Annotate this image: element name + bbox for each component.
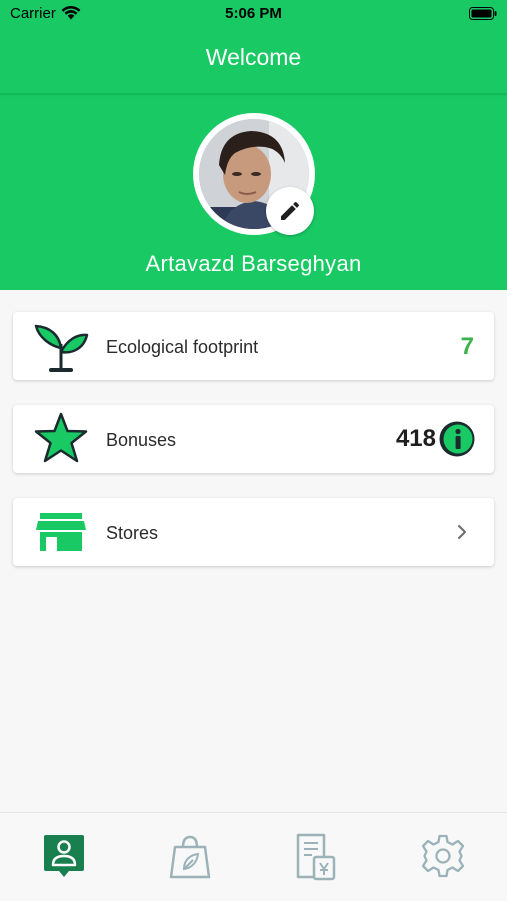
- star-icon: [34, 412, 88, 463]
- ecological-footprint-value: 7: [460, 333, 474, 360]
- battery-icon: [469, 7, 497, 20]
- info-icon[interactable]: [438, 420, 476, 458]
- profile-icon: [44, 835, 84, 877]
- nav-divider: [0, 93, 507, 97]
- tab-profile[interactable]: [39, 831, 89, 887]
- chevron-right-icon: [458, 525, 466, 539]
- gear-icon: [421, 834, 465, 878]
- eco-bag-icon: [169, 835, 211, 879]
- edit-avatar-button[interactable]: [266, 187, 314, 235]
- pencil-icon: [281, 201, 300, 220]
- clock: 5:06 PM: [225, 5, 282, 22]
- page-title: Welcome: [205, 44, 302, 70]
- status-bar: Carrier 5:06 PM: [0, 0, 507, 28]
- tab-eco-shop[interactable]: [165, 831, 215, 887]
- bonuses-value: 418: [395, 425, 436, 452]
- ecological-footprint-label: Ecological footprint: [106, 337, 259, 357]
- profile-header: Carrier 5:06 PM Welcome Artavazd Barsegh…: [0, 0, 507, 290]
- tab-settings[interactable]: [418, 831, 468, 887]
- bonuses-card[interactable]: Bonuses 418: [13, 405, 494, 473]
- tab-receipts[interactable]: [292, 831, 342, 887]
- tab-bar: [0, 812, 507, 901]
- stores-card[interactable]: Stores: [13, 498, 494, 566]
- sprout-icon: [34, 324, 89, 372]
- storefront-icon: [36, 513, 86, 551]
- bonuses-label: Bonuses: [106, 430, 177, 450]
- user-name: Artavazd Barseghyan: [145, 251, 362, 276]
- ecological-footprint-card[interactable]: Ecological footprint 7: [13, 312, 494, 380]
- stores-label: Stores: [106, 523, 159, 543]
- receipt-icon: [296, 833, 336, 881]
